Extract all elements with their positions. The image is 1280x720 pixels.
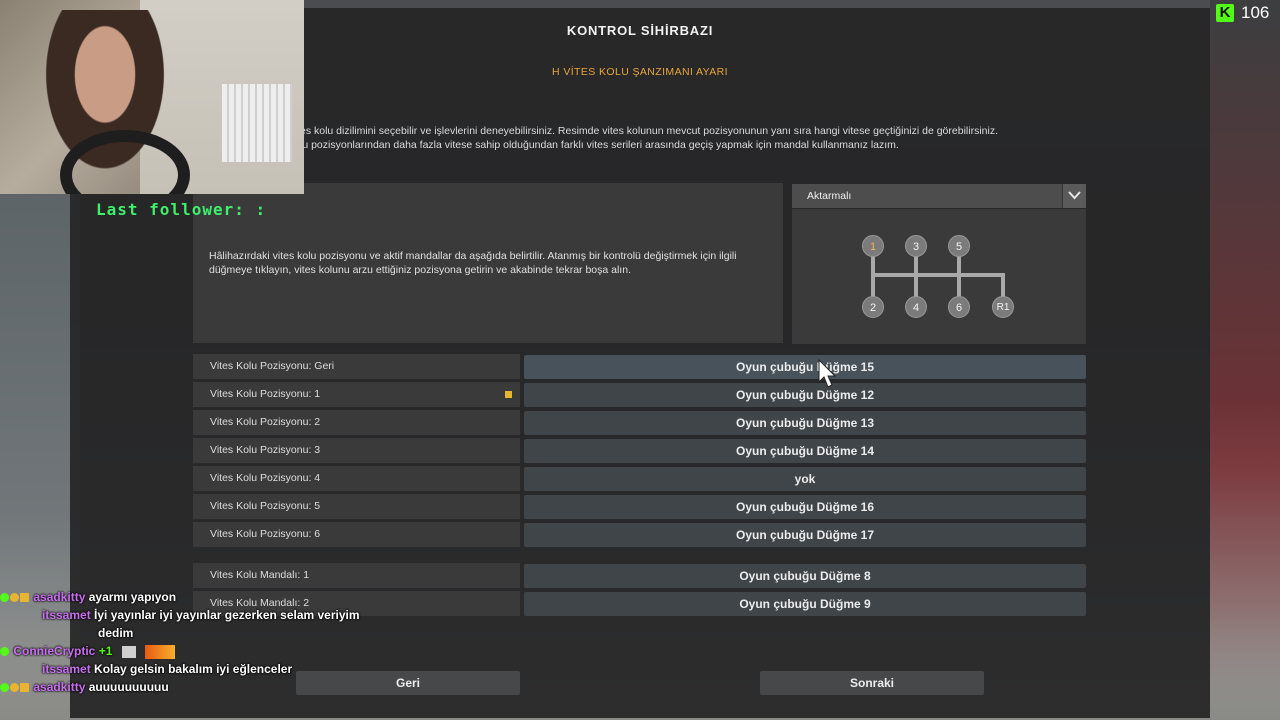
binding-button-gear-2[interactable]: Oyun çubuğu Düğme 13 xyxy=(524,411,1086,435)
verified-badge-icon xyxy=(0,593,9,603)
binding-label-text: Vites Kolu Pozisyonu: 6 xyxy=(210,528,321,540)
binding-button-gear-4[interactable]: yok xyxy=(524,467,1086,491)
next-button[interactable]: Sonraki xyxy=(760,671,984,695)
binding-label-gear-3: Vites Kolu Pozisyonu: 3 xyxy=(193,438,520,463)
binding-button-gear-3[interactable]: Oyun çubuğu Düğme 14 xyxy=(524,439,1086,463)
info-text: Hâlihazırdaki vites kolu pozisyonu ve ak… xyxy=(209,250,737,276)
chat-username: asadkitty xyxy=(33,590,86,604)
chat-overlay: asadkitty ayarmı yapıyon itssamet İyi ya… xyxy=(0,588,360,696)
binding-label-text: Vites Kolu Pozisyonu: 2 xyxy=(210,416,321,428)
chat-message: dedim xyxy=(0,624,360,642)
chat-text: Kolay gelsin bakalım iyi eğlenceler xyxy=(94,662,293,676)
gear-1-indicator: 1 xyxy=(862,235,884,257)
chat-text: ayarmı yapıyon xyxy=(88,590,177,604)
chat-text: +1 xyxy=(98,644,113,658)
chat-username: itssamet xyxy=(42,662,91,676)
binding-label-text: Vites Kolu Pozisyonu: Geri xyxy=(210,360,335,372)
binding-button-gear-1[interactable]: Oyun çubuğu Düğme 12 xyxy=(524,383,1086,407)
binding-label-splitter-1: Vites Kolu Mandalı: 1 xyxy=(193,563,520,588)
layout-dropdown-value: Aktarmalı xyxy=(807,190,852,202)
binding-label-text: Vites Kolu Pozisyonu: 1 xyxy=(210,388,321,400)
binding-button-splitter-2[interactable]: Oyun çubuğu Düğme 9 xyxy=(524,592,1086,616)
sub-badge-icon xyxy=(10,593,19,603)
binding-label-gear-4: Vites Kolu Pozisyonu: 4 xyxy=(193,466,520,491)
binding-label-text: Vites Kolu Pozisyonu: 4 xyxy=(210,472,321,484)
dropdown-toggle-button[interactable] xyxy=(1062,184,1086,208)
chat-text: dedim xyxy=(98,626,134,640)
gear-r1-indicator: R1 xyxy=(992,296,1014,318)
sub-badge-icon xyxy=(10,683,19,693)
binding-label-reverse: Vites Kolu Pozisyonu: Geri xyxy=(193,354,520,379)
binding-label-gear-2: Vites Kolu Pozisyonu: 2 xyxy=(193,410,520,435)
binding-label-text: Vites Kolu Pozisyonu: 5 xyxy=(210,500,321,512)
chevron-down-icon xyxy=(1068,191,1081,200)
binding-label-text: Vites Kolu Pozisyonu: 3 xyxy=(210,444,321,456)
chat-text: auuuuuuuuuu xyxy=(88,680,169,694)
layout-dropdown[interactable]: Aktarmalı xyxy=(792,184,1086,208)
gear-neutral-line xyxy=(872,273,1005,277)
gear-slot-1-2 xyxy=(871,253,875,299)
gear-pattern-panel: 1 3 5 2 4 6 R1 xyxy=(792,209,1086,344)
kick-logo-icon: K xyxy=(1216,4,1234,22)
chat-username: ConnieCryptic xyxy=(13,644,96,658)
fire-emote-icon xyxy=(145,644,176,659)
verified-badge-icon xyxy=(0,683,9,693)
chat-message: itssamet Kolay gelsin bakalım iyi eğlenc… xyxy=(0,660,360,678)
binding-button-gear-5[interactable]: Oyun çubuğu Düğme 16 xyxy=(524,495,1086,519)
mouse-cursor-icon xyxy=(818,359,837,388)
binding-button-splitter-1[interactable]: Oyun çubuğu Düğme 8 xyxy=(524,564,1086,588)
gear-5-indicator: 5 xyxy=(948,235,970,257)
chat-message: asadkitty auuuuuuuuuu xyxy=(0,678,360,696)
gear-6-indicator: 6 xyxy=(948,296,970,318)
binding-label-gear-6: Vites Kolu Pozisyonu: 6 xyxy=(193,522,520,547)
chat-username: itssamet xyxy=(42,608,91,622)
binding-label-gear-5: Vites Kolu Pozisyonu: 5 xyxy=(193,494,520,519)
webcam-radiator xyxy=(222,84,292,162)
description-line-1: es kolu dizilimini seçebilir ve işlevler… xyxy=(300,125,998,137)
gift-badge-icon xyxy=(20,683,29,693)
gear-3-indicator: 3 xyxy=(905,235,927,257)
wizard-description: es kolu dizilimini seçebilir ve işlevler… xyxy=(300,124,1080,152)
binding-button-reverse[interactable]: Oyun çubuğu Düğme 15 xyxy=(524,355,1086,379)
last-follower-label: Last follower: : xyxy=(96,200,267,219)
verified-badge-icon xyxy=(0,647,9,657)
chat-message: ConnieCryptic +1 xyxy=(0,642,360,660)
gift-badge-icon xyxy=(20,593,29,603)
active-indicator-icon xyxy=(505,391,512,398)
webcam-feed xyxy=(0,0,304,194)
gear-slot-5-6 xyxy=(957,253,961,299)
binding-button-gear-6[interactable]: Oyun çubuğu Düğme 17 xyxy=(524,523,1086,547)
info-panel: Hâlihazırdaki vites kolu pozisyonu ve ak… xyxy=(193,183,783,343)
viewer-count: 106 xyxy=(1241,3,1270,22)
chat-text: İyi yayınlar iyi yayınlar gezerken selam… xyxy=(94,608,360,622)
binding-label-gear-1: Vites Kolu Pozisyonu: 1 xyxy=(193,382,520,407)
chat-message: asadkitty ayarmı yapıyon xyxy=(0,588,360,606)
chat-username: asadkitty xyxy=(33,680,86,694)
emote-icon xyxy=(121,645,136,658)
gear-2-indicator: 2 xyxy=(862,296,884,318)
chat-message: itssamet İyi yayınlar iyi yayınlar gezer… xyxy=(0,606,360,624)
gear-slot-3-4 xyxy=(914,253,918,299)
binding-label-text: Vites Kolu Mandalı: 1 xyxy=(210,569,310,581)
description-line-2: lu pozisyonlarından daha fazla vitese sa… xyxy=(300,139,899,151)
gear-4-indicator: 4 xyxy=(905,296,927,318)
